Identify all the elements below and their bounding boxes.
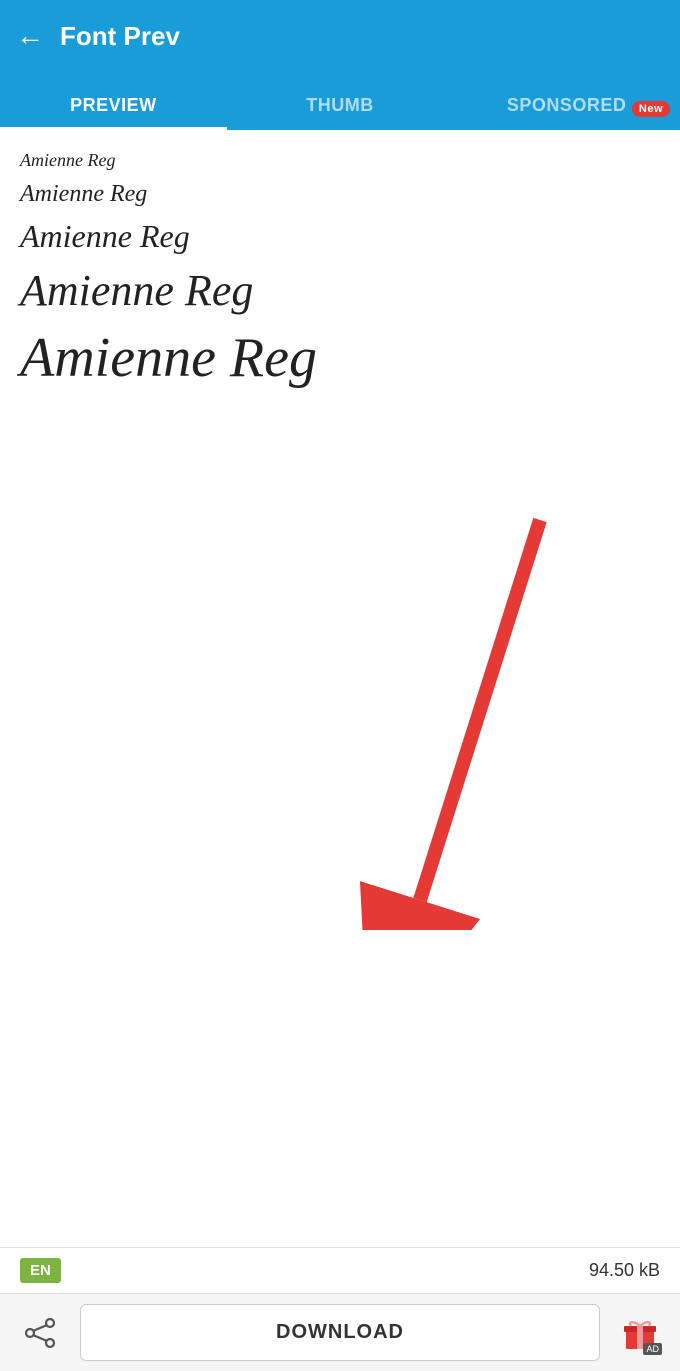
font-preview-1: Amienne Reg <box>20 150 660 171</box>
tab-sponsored[interactable]: SPONSORED New <box>453 95 680 130</box>
content-area: Amienne Reg Amienne Reg Amienne Reg Amie… <box>0 130 680 1247</box>
arrow-indicator <box>340 510 600 930</box>
new-badge: New <box>632 101 670 117</box>
language-badge: EN <box>20 1258 61 1283</box>
font-preview-4: Amienne Reg <box>20 265 660 316</box>
font-preview-2: Amienne Reg <box>20 181 660 208</box>
tab-preview[interactable]: PREVIEW <box>0 95 227 130</box>
page-title: Font Prev <box>60 21 180 52</box>
font-preview-3: Amienne Reg <box>20 218 660 255</box>
back-button[interactable]: ← <box>16 20 44 52</box>
share-icon <box>23 1316 57 1350</box>
font-preview-5: Amienne Reg <box>20 326 660 390</box>
download-button[interactable]: DOWNLOAD <box>80 1304 600 1361</box>
gift-ad-button[interactable]: AD <box>614 1307 666 1359</box>
ad-label: AD <box>643 1343 662 1355</box>
info-bar: EN 94.50 kB <box>0 1247 680 1293</box>
tabs-bar: PREVIEW THUMB SPONSORED New <box>0 72 680 130</box>
share-button[interactable] <box>14 1307 66 1359</box>
file-size: 94.50 kB <box>589 1260 660 1281</box>
header: ← Font Prev <box>0 0 680 72</box>
bottom-bar: DOWNLOAD AD <box>0 1293 680 1371</box>
tab-thumb[interactable]: THUMB <box>227 95 454 130</box>
